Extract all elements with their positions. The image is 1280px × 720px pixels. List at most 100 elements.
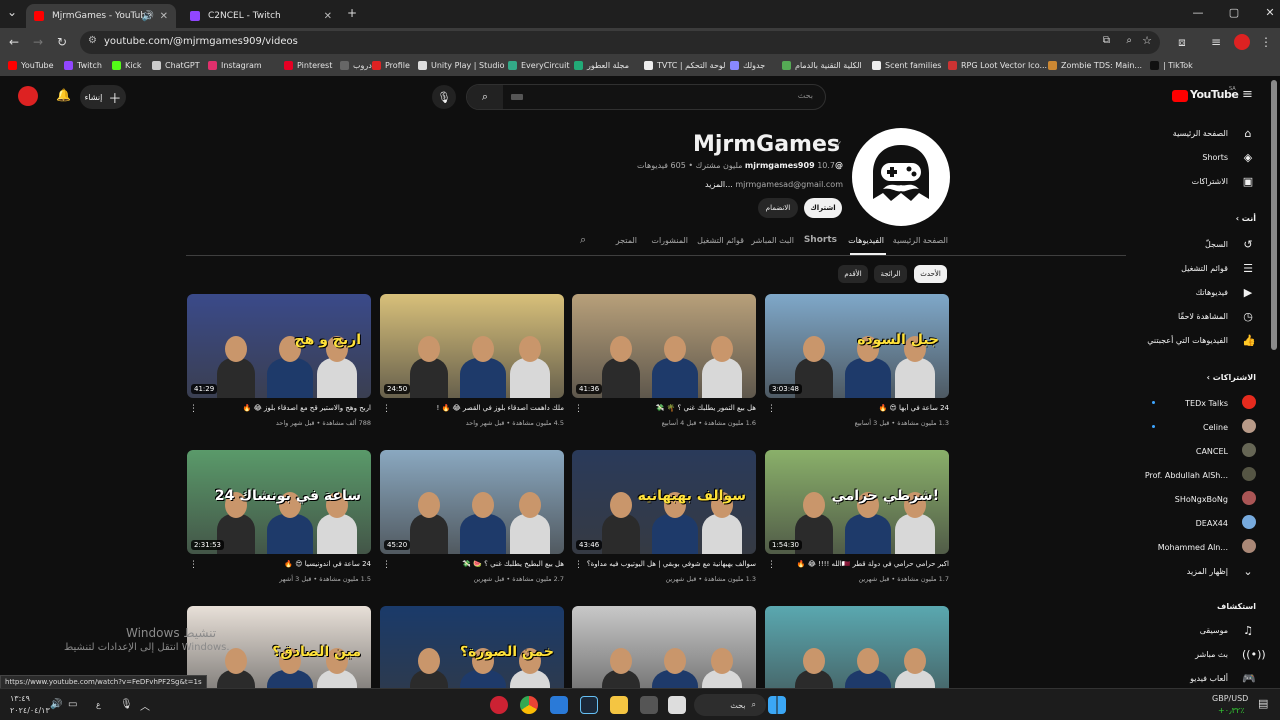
steam-icon[interactable] <box>580 696 598 714</box>
profile-avatar[interactable] <box>1234 34 1250 50</box>
tab-search-icon[interactable]: ⌄ <box>4 5 20 19</box>
video-title[interactable]: هل بيع التمور يطلبك غني ؟ 🌴 💸 <box>586 404 756 412</box>
sidebar-item-you[interactable]: فيديوهاتك ▶ <box>1134 282 1254 302</box>
bookmark-item[interactable]: ChatGPT <box>152 61 200 70</box>
extensions-icon[interactable]: ⧈ <box>1174 35 1190 50</box>
bookmark-item[interactable]: Instagram <box>208 61 262 70</box>
channel-search-icon[interactable]: ⌕ <box>580 233 586 247</box>
video-card[interactable]: 24 ساعة في بونشاك 2:31:53 24 ساعة في اندون… <box>187 450 371 583</box>
hamburger-menu-icon[interactable]: ≡ <box>1242 87 1253 102</box>
reload-icon[interactable]: ↻ <box>54 35 70 49</box>
windows-start-icon[interactable] <box>768 696 786 714</box>
video-title[interactable]: هل بيع البطيخ يطلبك غني ؟ 🍉 💸 <box>394 560 564 568</box>
video-card[interactable]: سوالف بهبهانيه 43:46 سوالف بهبهانية مع شوف… <box>572 450 756 583</box>
sidebar-you-header[interactable]: ‹ أنت <box>1236 214 1256 223</box>
cast-icon[interactable]: ⧉ <box>1103 35 1110 46</box>
channel-description[interactable]: mjrmgamesad@gmail.com ...المزيد <box>705 180 843 189</box>
video-thumbnail[interactable]: 45:20 <box>380 450 564 554</box>
bookmark-item[interactable]: Profile <box>372 61 410 70</box>
chip-latest[interactable]: الأحدث <box>914 265 947 283</box>
sidebar-subscription-item[interactable]: SHoNgxBoNg <box>1134 489 1256 509</box>
page-scrollbar[interactable] <box>1271 80 1277 350</box>
search-icon[interactable]: ⌕ <box>467 85 503 109</box>
sidebar-item-explore[interactable]: ألعاب فيديو 🎮 <box>1134 668 1256 688</box>
video-title[interactable]: اكبر حرامي حرامي في دولة قطر 🇶🇦الله !!!!… <box>779 560 949 568</box>
keyboard-icon[interactable] <box>511 94 523 100</box>
video-menu-kebab-icon[interactable]: ⋮ <box>767 560 776 570</box>
audio-icon[interactable]: 🔊 <box>142 11 154 22</box>
video-menu-kebab-icon[interactable]: ⋮ <box>574 404 583 414</box>
video-thumbnail[interactable]: 24:50 <box>380 294 564 398</box>
tab-videos[interactable]: الفيديوهات <box>848 236 884 245</box>
sidebar-subscription-item[interactable]: Celine <box>1134 417 1256 437</box>
video-thumbnail[interactable]: سوالف بهبهانيه 43:46 <box>572 450 756 554</box>
back-icon[interactable]: ← <box>6 35 22 49</box>
video-card[interactable]: شرطي حرامي! 1:54:30 اكبر حرامي حرامي في دو… <box>765 450 949 583</box>
bookmark-item[interactable]: مجلة العطور <box>574 61 629 70</box>
tab-live[interactable]: البث المباشر <box>751 236 794 245</box>
clock-time[interactable]: ١٣:٤٩ <box>10 694 30 703</box>
sidebar-item-main[interactable]: الاشتراكات ▣ <box>1134 171 1254 191</box>
sidebar-item-you[interactable]: قوائم التشغيل ☰ <box>1134 258 1254 278</box>
clock-date[interactable]: ٢٠٢٤/٠٤/١٣ <box>10 706 50 715</box>
tab-playlists[interactable]: قوائم التشغيل <box>697 236 744 245</box>
channel-more-link[interactable]: ...المزيد <box>705 180 733 189</box>
notifications-bell-icon[interactable]: 🔔 <box>56 88 71 102</box>
site-info-icon[interactable]: ⚙ <box>88 35 97 46</box>
bookmark-item[interactable]: Unity Play | Studio <box>418 61 505 70</box>
subscribe-button[interactable]: اشتراك <box>804 198 842 218</box>
store-icon[interactable] <box>550 696 568 714</box>
sidebar-subscription-item[interactable]: Mohammed Aln... <box>1134 537 1256 557</box>
chip-popular[interactable]: الرائجة <box>874 265 907 283</box>
sidebar-subscription-item[interactable]: TEDx Talks <box>1134 393 1256 413</box>
taskbar-search[interactable]: بحث ⌕ <box>694 694 766 716</box>
bookmark-star-icon[interactable]: ☆ <box>1142 34 1152 47</box>
video-title[interactable]: سوالف بهبهانية مع شوفي بوبقي | هل اليوتي… <box>586 560 756 568</box>
mic-icon[interactable]: 🎙 <box>120 699 133 710</box>
bookmark-item[interactable]: Twitch <box>64 61 102 70</box>
tab-posts[interactable]: المنشورات <box>651 236 688 245</box>
tab-mjrmgames[interactable]: MjrmGames - YouTube 🔊 ✕ <box>26 4 176 28</box>
video-title[interactable]: 24 ساعة في أبها 😍 🔥 <box>779 404 949 412</box>
tab-twitch[interactable]: C2NCEL - Twitch ✕ <box>182 4 340 28</box>
bookmark-item[interactable]: Pinterest <box>284 61 332 70</box>
search-box[interactable]: ⌕ بحث <box>466 84 826 110</box>
tab-shorts[interactable]: Shorts <box>804 235 837 245</box>
video-card[interactable]: اربح و هج 41:29 اربح وهج والاستير قح مع اص… <box>187 294 371 427</box>
bookmark-item[interactable]: الكلية التقنية بالدمام <box>782 61 862 70</box>
sidebar-item-you[interactable]: السجلّ ↺ <box>1134 234 1254 254</box>
bookmark-item[interactable]: جدولك <box>730 61 765 70</box>
volume-icon[interactable]: 🔊 <box>50 699 62 710</box>
network-icon[interactable]: ▭ <box>68 699 77 710</box>
tray-overflow-icon[interactable]: ︿ <box>140 698 150 713</box>
close-tab-icon[interactable]: ✕ <box>324 11 332 22</box>
bookmark-item[interactable]: Scent families <box>872 61 941 70</box>
video-card[interactable]: جبل السوده 3:03:48 24 ساعة في أبها 😍 🔥 1.3 … <box>765 294 949 427</box>
video-thumbnail[interactable]: شرطي حرامي! 1:54:30 <box>765 450 949 554</box>
sidebar-subscriptions-header[interactable]: ‹ الاشتراكات <box>1207 373 1256 382</box>
sidebar-item-you[interactable]: الفيديوهات التي أعجبتني 👍 <box>1134 330 1255 350</box>
bookmark-item[interactable]: TVTC | لوحة التحكم <box>644 61 725 70</box>
maximize-icon[interactable]: ▢ <box>1224 6 1244 19</box>
app-icon-grey[interactable] <box>640 696 658 714</box>
close-window-icon[interactable]: ✕ <box>1260 6 1280 19</box>
sidebar-subscription-item[interactable]: Prof. Abdullah AlSh... <box>1134 465 1256 485</box>
zoom-icon[interactable]: ⌕ <box>1126 35 1132 46</box>
language-indicator[interactable]: ع <box>96 700 101 709</box>
video-menu-kebab-icon[interactable]: ⋮ <box>382 404 391 414</box>
sidebar-item-you[interactable]: المشاهدة لاحقًا ◷ <box>1134 306 1254 326</box>
create-button[interactable]: إنشاء ＋ <box>80 85 126 109</box>
sidebar-item-explore[interactable]: موسيقى ♫ <box>1134 620 1254 640</box>
minimize-icon[interactable]: — <box>1188 6 1208 19</box>
search-input[interactable]: بحث <box>798 91 813 100</box>
bookmark-item[interactable]: RPG Loot Vector Ico... <box>948 61 1047 70</box>
forward-icon[interactable]: → <box>30 35 46 49</box>
bookmark-item[interactable]: EveryCircuit <box>508 61 569 70</box>
video-thumbnail[interactable]: اربح و هج 41:29 <box>187 294 371 398</box>
video-card[interactable]: 41:36 هل بيع التمور يطلبك غني ؟ 🌴 💸 1.6 مل… <box>572 294 756 427</box>
video-thumbnail[interactable]: 41:36 <box>572 294 756 398</box>
video-card[interactable]: 24:50 ملك داهمت أصدقاء بلوز في القصر 😂 🔥 … <box>380 294 564 427</box>
video-menu-kebab-icon[interactable]: ⋮ <box>189 404 198 414</box>
video-card[interactable]: 45:20 هل بيع البطيخ يطلبك غني ؟ 🍉 💸 2.7 مل… <box>380 450 564 583</box>
reading-list-icon[interactable]: ≡ <box>1208 35 1224 49</box>
